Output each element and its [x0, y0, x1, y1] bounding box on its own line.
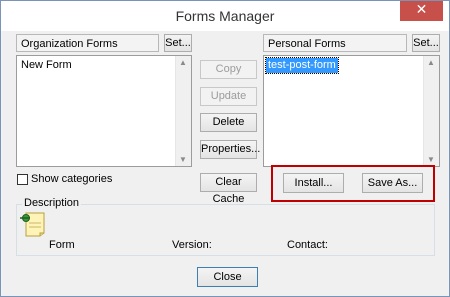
save-as-button[interactable]: Save As...: [362, 173, 423, 193]
description-contact-label: Contact:: [287, 239, 328, 251]
forms-manager-window: Forms Manager ✕ Organization Forms Set..…: [0, 0, 450, 297]
scroll-down-icon[interactable]: ▼: [426, 155, 436, 164]
description-form-label: Form: [49, 239, 75, 251]
form-icon: [20, 212, 45, 237]
scroll-up-icon[interactable]: ▲: [426, 58, 436, 67]
window-title: Forms Manager: [175, 8, 275, 24]
clear-cache-button[interactable]: Clear Cache: [200, 173, 257, 205]
delete-button[interactable]: Delete: [200, 113, 257, 132]
organization-set-button[interactable]: Set...: [164, 34, 192, 52]
personal-set-button[interactable]: Set...: [412, 34, 440, 52]
show-categories-checkbox[interactable]: [17, 174, 28, 185]
list-item-selected[interactable]: test-post-form: [265, 57, 339, 74]
scrollbar[interactable]: ▲ ▼: [175, 56, 191, 166]
copy-button[interactable]: Copy: [200, 60, 257, 79]
list-item[interactable]: New Form: [19, 58, 74, 73]
install-button[interactable]: Install...: [283, 173, 344, 193]
scroll-up-icon[interactable]: ▲: [178, 58, 188, 67]
properties-button[interactable]: Properties...: [200, 140, 260, 159]
update-button[interactable]: Update: [200, 87, 257, 106]
scroll-down-icon[interactable]: ▼: [178, 155, 188, 164]
close-icon[interactable]: ✕: [400, 1, 443, 21]
description-legend: Description: [22, 197, 82, 209]
close-button[interactable]: Close: [197, 267, 258, 287]
organization-forms-label: Organization Forms: [16, 34, 159, 52]
show-categories-label: Show categories: [31, 173, 113, 185]
description-group: [16, 204, 435, 256]
personal-forms-label: Personal Forms: [263, 34, 407, 52]
personal-forms-list[interactable]: test-post-form ▲ ▼: [263, 55, 440, 167]
organization-forms-list[interactable]: New Form ▲ ▼: [16, 55, 192, 167]
title-bar: Forms Manager ✕: [1, 1, 449, 31]
description-version-label: Version:: [172, 239, 212, 251]
dialog-body: Organization Forms Set... New Form ▲ ▼ C…: [2, 31, 448, 296]
scrollbar[interactable]: ▲ ▼: [423, 56, 439, 166]
